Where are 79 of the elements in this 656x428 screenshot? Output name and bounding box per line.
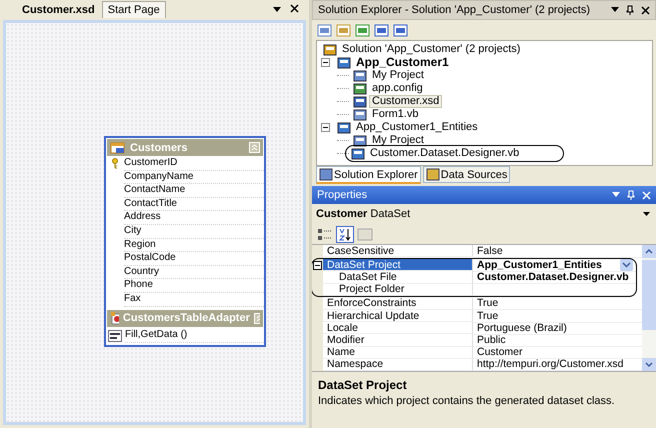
tree-item[interactable]: My Project [369, 134, 427, 147]
tree-item[interactable]: Form1.vb [369, 108, 422, 121]
description-text: Indicates which project contains the generated dataset class. [318, 395, 616, 407]
project-icon [337, 56, 351, 68]
scroll-down-icon[interactable] [642, 358, 656, 371]
property-value[interactable]: True [477, 297, 498, 310]
toolbar-icon[interactable] [374, 22, 390, 38]
column-name[interactable]: Phone [124, 279, 264, 293]
scrollbar[interactable] [642, 245, 656, 371]
table-icon [110, 140, 126, 154]
property-name[interactable]: Name [323, 346, 473, 359]
panel-tab[interactable]: Solution Explorer [316, 166, 421, 184]
table-title: Customers [130, 142, 188, 154]
toolbar-icon[interactable] [355, 22, 371, 38]
column-name[interactable]: ContactTitle [124, 198, 264, 212]
tree-item[interactable]: Customer.Dataset.Designer.vb [367, 147, 522, 160]
property-name[interactable]: CaseSensitive [323, 245, 473, 258]
panel-title: Solution Explorer - Solution 'App_Customer' (2 projects) [318, 4, 590, 16]
sql-icon [108, 330, 122, 342]
adapter-icon [110, 311, 119, 326]
method-name[interactable]: Fill,GetData () [125, 329, 264, 343]
property-name[interactable]: Namespace [323, 358, 473, 371]
property-value[interactable]: False [477, 245, 503, 257]
column-name[interactable]: CustomerID [124, 157, 264, 171]
dataset-icon [353, 96, 367, 108]
description-title: DataSet Project [318, 378, 408, 392]
property-name[interactable]: Locale [323, 322, 473, 334]
tree-item[interactable]: My Project [369, 69, 427, 82]
my-project-icon [353, 70, 367, 82]
column-name[interactable]: PostalCode [124, 252, 264, 266]
column-name[interactable]: Address [124, 211, 264, 225]
property-value[interactable]: Customer.Dataset.Designer.vb [477, 270, 629, 283]
dropdown-button[interactable] [620, 258, 633, 271]
code-icon [351, 148, 365, 160]
config-icon [353, 82, 367, 94]
property-value[interactable]: Portuguese (Brazil) [477, 322, 567, 334]
dropdown-icon [643, 212, 650, 216]
property-value[interactable]: True [477, 310, 498, 322]
column-name[interactable]: Region [124, 238, 264, 252]
toolbar-icon[interactable] [393, 22, 409, 38]
toolbar-icon[interactable] [317, 22, 333, 38]
adapter-title: CustomersTableAdapter [122, 312, 250, 324]
my-project-icon [353, 134, 367, 146]
tree-item[interactable]: App_Customer1 [353, 56, 452, 69]
scroll-up-icon[interactable] [642, 245, 656, 258]
panel-title: Properties [317, 189, 368, 201]
tree-item[interactable]: Solution 'App_Customer' (2 projects) [339, 43, 524, 56]
alphabetical-icon[interactable] [336, 226, 354, 242]
dropdown-icon[interactable] [273, 7, 281, 13]
property-name[interactable]: Hierarchical Update [323, 310, 473, 322]
property-value[interactable]: http://tempuri.org/Customer.xsd [477, 358, 624, 370]
table-box[interactable]: Customers CustomerID CompanyName ContactName ContactTitle Address City Region PostalCode Country Phone Fax CustomersTableAdapter Fill,GetData () [104, 136, 266, 347]
document-tab[interactable]: Start Page [102, 1, 166, 18]
collapse-toggle[interactable] [321, 123, 333, 132]
close-icon[interactable] [290, 4, 299, 13]
form-icon [353, 108, 367, 120]
project-icon [337, 122, 351, 134]
panel-tab[interactable]: Data Sources [422, 166, 510, 183]
collapse-toggle[interactable] [313, 260, 322, 270]
column-name[interactable]: Country [124, 266, 264, 280]
property-name[interactable]: EnforceConstraints [323, 298, 473, 310]
property-name[interactable]: Modifier [323, 334, 473, 346]
tree-item[interactable]: app.config [369, 82, 426, 95]
solution-icon [323, 44, 337, 56]
tab-icon [319, 168, 333, 181]
property-name[interactable]: DataSet File [323, 271, 473, 284]
property-value[interactable]: App_Customer1_Entities [477, 258, 602, 271]
property-name[interactable]: Project Folder [323, 284, 473, 296]
property-value[interactable]: Public [477, 334, 506, 346]
collapse-toggle[interactable] [321, 58, 333, 67]
column-name[interactable]: CompanyName [124, 170, 264, 184]
tree-item[interactable]: App_Customer1_Entities [353, 121, 481, 134]
tab-icon [426, 168, 440, 181]
property-name[interactable]: DataSet Project [323, 259, 473, 272]
tree-item[interactable]: Customer.xsd [369, 95, 442, 108]
property-value[interactable]: Customer [477, 346, 523, 358]
column-name[interactable]: Fax [124, 292, 264, 307]
column-name[interactable]: City [124, 224, 264, 239]
column-name[interactable]: ContactName [124, 184, 264, 198]
